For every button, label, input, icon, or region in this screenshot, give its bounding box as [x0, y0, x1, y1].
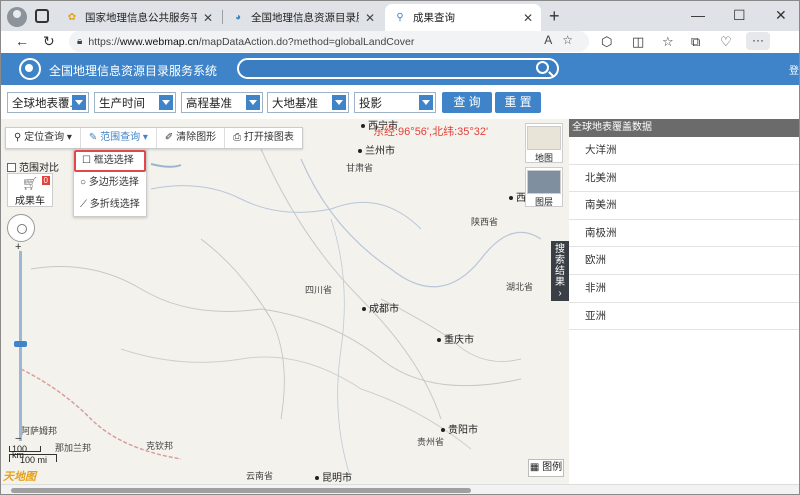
url-text: https://www.webmap.cn/mapDataAction.do?m… [88, 35, 415, 48]
close-tab-icon[interactable]: ✕ [203, 11, 213, 25]
sidebar-item-south-america[interactable]: 南美洲 [569, 192, 799, 220]
map-toolbar: ⚲ 定位查询 ▾ ✎ 范围查询 ▾ ✐ 清除图形 ⎙ 打开接图表 [5, 127, 303, 149]
collections-icon[interactable]: ⧉ [691, 34, 700, 50]
tab-catalog[interactable]: ◕ 全国地理信息资源目录服务系统 ✕ [223, 4, 383, 31]
sidebar-item-oceania[interactable]: 大洋洲 [569, 137, 799, 165]
pan-control-icon[interactable] [7, 214, 35, 242]
close-window-icon[interactable]: ✕ [775, 7, 787, 24]
read-aloud-icon[interactable]: A [544, 33, 562, 47]
box-select-option[interactable]: ☐ 框选选择 [74, 150, 146, 172]
province-label: 陕西省 [471, 217, 499, 227]
checkbox[interactable] [7, 163, 16, 172]
range-query-dropdown: ☐ 框选选择 ○ 多边形选择 ⟋ 多折线选择 [73, 149, 147, 217]
browser-toolbar: ← ↻ 🔒︎ https://www.webmap.cn/mapDataActi… [1, 31, 799, 53]
city-label: 重庆市 [437, 331, 474, 346]
elevation-datum-select[interactable]: 高程基准 [181, 92, 263, 113]
reset-button[interactable]: 重 置 [495, 92, 541, 113]
tab-results-query[interactable]: ⚲ 成果查询 ✕ [385, 4, 541, 31]
production-time-select[interactable]: 生产时间 [94, 92, 176, 113]
province-label: 四川省 [305, 285, 333, 295]
projection-select[interactable]: 投影 [354, 92, 436, 113]
more-options-icon[interactable]: ··· [746, 32, 770, 50]
lock-icon: 🔒︎ [77, 36, 83, 47]
scrollbar-thumb[interactable] [11, 488, 471, 493]
map-type-layers[interactable]: 图层 [525, 167, 563, 207]
favorites-icon[interactable]: ☆ [662, 34, 674, 50]
sidebar-title: 全球地表覆盖数据 [569, 119, 799, 137]
globe-favicon-icon: ◕ [234, 12, 242, 23]
dataset-select[interactable]: 全球地表覆... [7, 92, 89, 113]
scale-bar: 100 km 100 mi [9, 445, 57, 465]
polygon-select-option[interactable]: ○ 多边形选择 [74, 172, 146, 194]
city-label: 成都市 [362, 300, 399, 315]
map-canvas[interactable]: 东经:96°56',北纬:35°32' 西宁市 兰州市 西 成都市 重庆市 贵阳… [1, 119, 569, 484]
tab-actions-icon[interactable] [35, 9, 49, 23]
browser-essentials-icon[interactable]: ♡ [720, 34, 732, 50]
filter-bar: 全球地表覆... 生产时间 高程基准 大地基准 投影 查 询 重 置 [1, 85, 799, 119]
city-label: 贵阳市 [441, 421, 478, 436]
favorite-star-icon[interactable]: ☆ [562, 33, 583, 47]
browser-window: ✿ 国家地理信息公共服务平台 天地图 ✕ ◕ 全国地理信息资源目录服务系统 ✕ … [0, 0, 800, 495]
map-type-vector[interactable]: 地图 [525, 123, 563, 163]
province-label: 甘肃省 [346, 163, 374, 173]
minimize-icon[interactable]: — [691, 7, 705, 23]
sidebar-item-europe[interactable]: 欧洲 [569, 247, 799, 275]
polyline-select-option[interactable]: ⟋ 多折线选择 [74, 194, 146, 216]
sidebar-item-africa[interactable]: 非洲 [569, 275, 799, 303]
horizontal-scrollbar[interactable] [1, 484, 799, 494]
sidebar-item-north-america[interactable]: 北美洲 [569, 165, 799, 193]
tab-strip: ✿ 国家地理信息公共服务平台 天地图 ✕ ◕ 全国地理信息资源目录服务系统 ✕ … [1, 1, 799, 31]
province-label: 云南省 [246, 471, 274, 481]
city-label: 兰州市 [358, 142, 395, 157]
range-query-tool[interactable]: ✎ 范围查询 ▾ [81, 128, 157, 148]
close-tab-icon[interactable]: ✕ [523, 11, 533, 25]
legend-button[interactable]: ▦ 图例 [528, 459, 564, 477]
city-label: 昆明市 [315, 469, 352, 484]
zoom-slider-handle[interactable] [14, 341, 27, 347]
close-tab-icon[interactable]: ✕ [365, 11, 375, 25]
sidebar-item-asia[interactable]: 亚洲 [569, 303, 799, 331]
query-button[interactable]: 查 询 [442, 92, 492, 113]
geodetic-datum-select[interactable]: 大地基准 [267, 92, 349, 113]
maximize-icon[interactable]: ☐ [733, 7, 746, 24]
clear-shapes-tool[interactable]: ✐ 清除图形 [157, 128, 226, 148]
chevron-down-icon [246, 95, 260, 110]
new-tab-icon[interactable]: + [549, 6, 560, 27]
continent-sidebar: 全球地表覆盖数据 大洋洲 北美洲 南美洲 南极洲 欧洲 非洲 亚洲 [569, 119, 799, 484]
sidebar-item-antarctica[interactable]: 南极洲 [569, 220, 799, 248]
tianditu-favicon-icon: ✿ [67, 12, 77, 23]
province-label: 阿萨姆邦 [21, 426, 58, 436]
province-label: 那加兰邦 [55, 443, 92, 453]
global-search-input[interactable] [237, 58, 559, 79]
chevron-down-icon [332, 95, 346, 110]
extensions-icon[interactable]: ⬡ [601, 34, 612, 50]
login-link[interactable]: 登 [789, 62, 799, 77]
tianditu-logo: 天地图 [3, 471, 36, 483]
chevron-down-icon [419, 95, 433, 110]
site-header: 全国地理信息资源目录服务系统 登 [1, 53, 799, 85]
address-bar[interactable]: 🔒︎ https://www.webmap.cn/mapDataAction.d… [69, 31, 589, 52]
tab-tianditu[interactable]: ✿ 国家地理信息公共服务平台 天地图 ✕ [57, 4, 221, 31]
chevron-down-icon [159, 95, 173, 110]
city-label: 西宁市 [361, 119, 398, 132]
split-screen-icon[interactable]: ◫ [632, 34, 644, 50]
province-label: 克钦邦 [146, 441, 174, 451]
cart-count-badge: 0 [41, 176, 50, 185]
range-compare-toggle[interactable]: 范围对比 [7, 159, 59, 174]
chevron-down-icon [72, 95, 86, 110]
refresh-icon[interactable]: ↻ [43, 33, 55, 50]
locate-query-tool[interactable]: ⚲ 定位查询 ▾ [6, 128, 81, 148]
back-icon[interactable]: ← [15, 33, 29, 49]
site-title: 全国地理信息资源目录服务系统 [49, 64, 218, 78]
site-logo-icon [19, 58, 41, 80]
province-label: 湖北省 [506, 282, 534, 292]
results-cart-button[interactable]: 0 🛒︎ 成果车 [7, 173, 53, 207]
open-index-map-tool[interactable]: ⎙ 打开接图表 [225, 128, 302, 148]
search-favicon-icon: ⚲ [396, 12, 404, 23]
search-icon[interactable] [536, 61, 549, 74]
profile-avatar[interactable] [7, 7, 27, 27]
search-results-tab[interactable]: 搜索结果 › [551, 241, 569, 301]
province-label: 贵州省 [417, 437, 445, 447]
city-label: 西 [509, 189, 526, 204]
